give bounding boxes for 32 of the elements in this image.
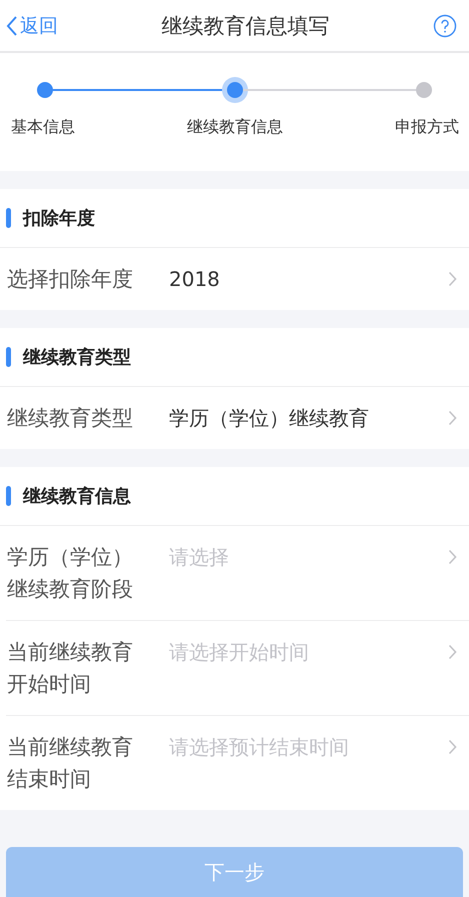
form-row[interactable]: 当前继续教育开始时间 请选择开始时间	[6, 620, 469, 715]
field-value: 学历（学位）继续教育	[169, 405, 370, 432]
step-label: 申报方式	[395, 117, 459, 138]
form-row[interactable]: 当前继续教育结束时间 请选择预计结束时间	[6, 715, 469, 810]
back-chevron-icon	[6, 14, 18, 36]
chevron-right-icon	[448, 410, 457, 426]
field-label: 当前继续教育开始时间	[7, 639, 134, 698]
step-label: 继续教育信息	[187, 117, 283, 138]
form-row[interactable]: 继续教育类型 学历（学位）继续教育	[6, 387, 469, 449]
chevron-right-icon	[448, 549, 457, 565]
field-label: 继续教育类型	[7, 405, 134, 432]
field-label: 选择扣除年度	[7, 266, 134, 293]
help-icon[interactable]	[433, 14, 457, 38]
section-marker	[6, 486, 11, 506]
chevron-right-icon	[448, 739, 457, 755]
page-title: 继续教育信息填写	[162, 12, 330, 40]
section-title: 扣除年度	[23, 207, 95, 230]
form-row[interactable]: 学历（学位）继续教育阶段 请选择	[6, 526, 469, 620]
field-label: 学历（学位）继续教育阶段	[7, 544, 134, 603]
chevron-right-icon	[448, 271, 457, 287]
field-placeholder: 请选择预计结束时间	[169, 734, 350, 761]
section-title: 继续教育类型	[23, 346, 131, 369]
field-label: 当前继续教育结束时间	[7, 734, 134, 793]
form-row[interactable]: 选择扣除年度 2018	[6, 248, 469, 310]
field-placeholder: 请选择开始时间	[169, 639, 310, 666]
field-placeholder: 请选择	[169, 544, 230, 571]
chevron-right-icon	[448, 644, 457, 660]
section-title: 继续教育信息	[23, 485, 131, 508]
field-value: 2018	[169, 266, 221, 293]
section-marker	[6, 208, 11, 228]
step-label: 基本信息	[11, 117, 75, 138]
section-marker	[6, 347, 11, 367]
